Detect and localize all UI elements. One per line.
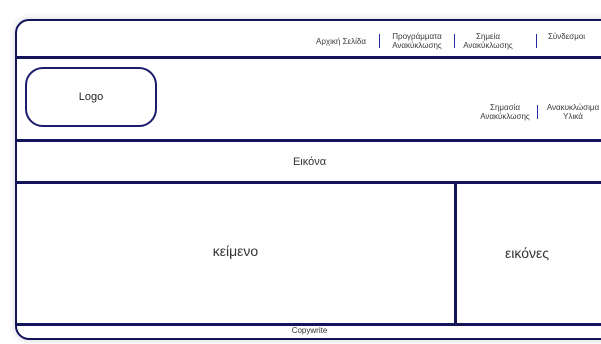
wireframe-frame: Αρχική Σελίδα Προγράμματα Ανακύκλωσης Ση… [15,19,601,340]
images-placeholder: εικόνες [505,245,549,261]
subnav-item-materials[interactable]: Ανακυκλώσιμα Υλικά [538,103,601,121]
nav-item-programs[interactable]: Προγράμματα Ανακύκλωσης [382,32,452,50]
logo-placeholder[interactable]: Logo [25,67,157,127]
nav-item-links[interactable]: Σύνδεσμοι [539,32,594,41]
nav-separator [536,34,537,48]
nav-separator [379,34,380,48]
nav-item-points[interactable]: Σημεία Ανακύκλωσης [457,32,519,50]
footer-copyright: Copywrite [291,326,328,335]
subnav-item-signs[interactable]: Σημασία Ανακύκλωσης [473,103,537,121]
content-text-placeholder: κείμενο [212,243,259,259]
banner-image-placeholder: Εικόνα [292,156,327,168]
header-divider [17,56,601,59]
nav-separator [454,34,455,48]
nav-item-home[interactable]: Αρχική Σελίδα [310,37,372,46]
